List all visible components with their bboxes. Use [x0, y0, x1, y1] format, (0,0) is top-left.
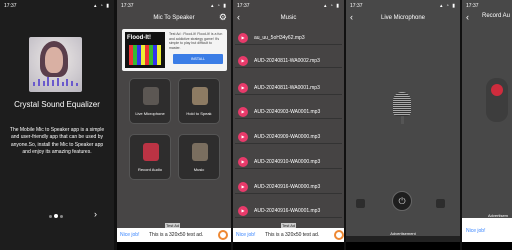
track-name: AUD-20240909-WA0000.mp3 [254, 133, 321, 140]
tile-label: Hold to Speak [186, 111, 212, 116]
music-header: ‹ Music [233, 11, 344, 25]
music-icon [192, 143, 208, 161]
page-indicator [49, 214, 63, 218]
tile-label: Record Audio [137, 167, 162, 172]
banner-nice: Nice job! [466, 228, 486, 234]
test-ad-tag: Test Ad [281, 223, 297, 228]
list-item[interactable]: ▶ AUD-20240811-WA0001.mp3 [235, 80, 342, 95]
track-name: AUD-20240811-WA0002.mp3 [254, 57, 320, 64]
tile-music[interactable]: Music [178, 134, 220, 180]
record-title: Record Au [482, 13, 511, 19]
gear-icon[interactable]: ⚙ [219, 12, 227, 23]
back-arrow-icon[interactable]: ‹ [466, 12, 469, 22]
tile-label: Music [193, 167, 205, 172]
status-icons: ▴ ◔ ▮ [323, 2, 340, 9]
nav-bar [346, 242, 460, 250]
music-title: Music [280, 15, 297, 21]
track-name: au_uu_5oH34y62.mp3 [254, 34, 305, 41]
status-time: 17:37 [121, 2, 134, 9]
banner-nice: Nice job! [120, 232, 140, 238]
back-arrow-icon[interactable]: ‹ [237, 12, 240, 22]
ad-logo-icon [218, 230, 228, 240]
native-ad[interactable]: Flood-It! Test Ad : Flood-It! Flood-It! … [122, 29, 227, 71]
list-item[interactable]: ▶ au_uu_5oH34y62.mp3 [235, 30, 342, 45]
record-icon [143, 143, 159, 161]
track-name: AUD-20240916-WA0000.mp3 [254, 183, 321, 190]
play-icon[interactable]: ▶ [238, 156, 248, 167]
live-header: ‹ Live Microphone [346, 11, 460, 25]
live-title: Live Microphone [380, 15, 426, 21]
tile-record-audio[interactable]: Record Audio [129, 134, 171, 180]
status-time: 17:37 [4, 2, 17, 9]
track-name: AUD-20240903-WA0001.mp3 [254, 108, 321, 115]
list-item[interactable]: ▶ AUD-20240916-WA0000.mp3 [235, 179, 342, 194]
status-bar: 17:37 [462, 0, 512, 11]
nav-bar [462, 242, 512, 250]
microphone-icon [143, 87, 159, 105]
list-item[interactable]: ▶ AUD-20240910-WA0000.mp3 [235, 154, 342, 169]
play-icon[interactable]: ▶ [238, 181, 248, 192]
track-name: AUD-20240910-WA0000.mp3 [254, 158, 321, 165]
play-icon[interactable]: ▶ [238, 32, 248, 43]
status-icons: ▴ ◔ ▮ [210, 2, 227, 9]
tile-label: Live Microphone [135, 111, 165, 116]
ad-app-name: Flood-It! [127, 35, 151, 41]
play-icon[interactable]: ▶ [238, 205, 248, 216]
install-button[interactable]: INSTALL [173, 54, 223, 64]
play-icon[interactable]: ▶ [238, 55, 248, 66]
banner-ad[interactable]: Test Ad Nice job! This is a 320x50 test … [233, 223, 344, 242]
intro-screen: 17:37 ▴ ◔ ▮ Crystal Sound Equalizer The … [0, 0, 114, 250]
list-item[interactable]: ▶ AUD-20240811-WA0002.mp3 [235, 53, 342, 68]
next-arrow-icon[interactable]: › [94, 209, 97, 219]
music-screen: 17:37 ▴ ◔ ▮ ‹ Music ▶ au_uu_5oH34y62.mp3 … [233, 0, 344, 250]
play-icon[interactable]: ▶ [238, 82, 248, 93]
status-icons: ▴ ◔ ▮ [439, 2, 456, 9]
ad-image: Flood-It! [125, 32, 165, 68]
intro-title: Crystal Sound Equalizer [14, 100, 100, 109]
track-name: AUD-20240811-WA0001.mp3 [254, 84, 320, 91]
track-name: AUD-20240916-WA0001.mp3 [254, 207, 321, 214]
nav-bar [117, 242, 231, 250]
home-header: Mic To Speaker ⚙ [117, 11, 231, 25]
live-microphone-screen: 17:37 ▴ ◔ ▮ ‹ Live Microphone ⏻ Advertis… [346, 0, 460, 250]
status-time: 17:37 [466, 2, 479, 9]
status-bar: 17:37 ▴ ◔ ▮ [117, 0, 231, 11]
play-icon[interactable]: ▶ [238, 131, 248, 142]
banner-ad[interactable]: Nice job! [462, 218, 512, 242]
tile-live-microphone[interactable]: Live Microphone [129, 78, 171, 124]
ad-text: Test Ad : Flood-It! Flood-It! is a fun a… [169, 32, 223, 50]
banner-text: This is a 320x50 test ad. [149, 232, 204, 238]
microphone-icon [393, 92, 411, 116]
status-bar: 17:37 ▴ ◔ ▮ [0, 0, 114, 11]
list-item[interactable]: ▶ AUD-20240909-WA0000.mp3 [235, 129, 342, 144]
list-item[interactable]: ▶ AUD-20240903-WA0001.mp3 [235, 104, 342, 119]
status-icons: ▴ ◔ ▮ [93, 2, 110, 9]
ad-logo-icon [334, 230, 344, 240]
nav-bar [233, 242, 344, 250]
play-icon[interactable]: ▶ [238, 106, 248, 117]
banner-nice: Nice job! [236, 232, 256, 238]
record-mic-icon[interactable] [486, 78, 508, 122]
status-time: 17:37 [237, 2, 250, 9]
status-bar: 17:37 ▴ ◔ ▮ [346, 0, 460, 11]
power-icon[interactable]: ⏻ [392, 191, 412, 211]
status-bar: 17:37 ▴ ◔ ▮ [233, 0, 344, 11]
home-screen: 17:37 ▴ ◔ ▮ Mic To Speaker ⚙ Flood-It! T… [117, 0, 231, 250]
test-ad-tag: Test Ad [165, 223, 181, 228]
side-right-icon[interactable] [436, 199, 445, 208]
back-arrow-icon[interactable]: ‹ [350, 12, 353, 22]
record-audio-screen: 17:37 ‹ Record Au Advertisem Nice job! [462, 0, 512, 250]
app-logo [29, 37, 82, 92]
mic-stand [401, 116, 404, 124]
list-item[interactable]: ▶ AUD-20240916-WA0001.mp3 [235, 203, 342, 218]
status-time: 17:37 [350, 2, 363, 9]
home-title: Mic To Speaker [153, 15, 195, 21]
tile-hold-to-speak[interactable]: Hold to Speak [178, 78, 220, 124]
side-left-icon[interactable] [356, 199, 365, 208]
banner-text: This is a 320x50 test ad. [265, 232, 320, 238]
speaker-icon [192, 87, 208, 105]
banner-ad[interactable]: Test Ad Nice job! This is a 320x50 test … [117, 223, 231, 242]
intro-description: The Mobile Mic to Speaker app is a simpl… [9, 127, 105, 155]
